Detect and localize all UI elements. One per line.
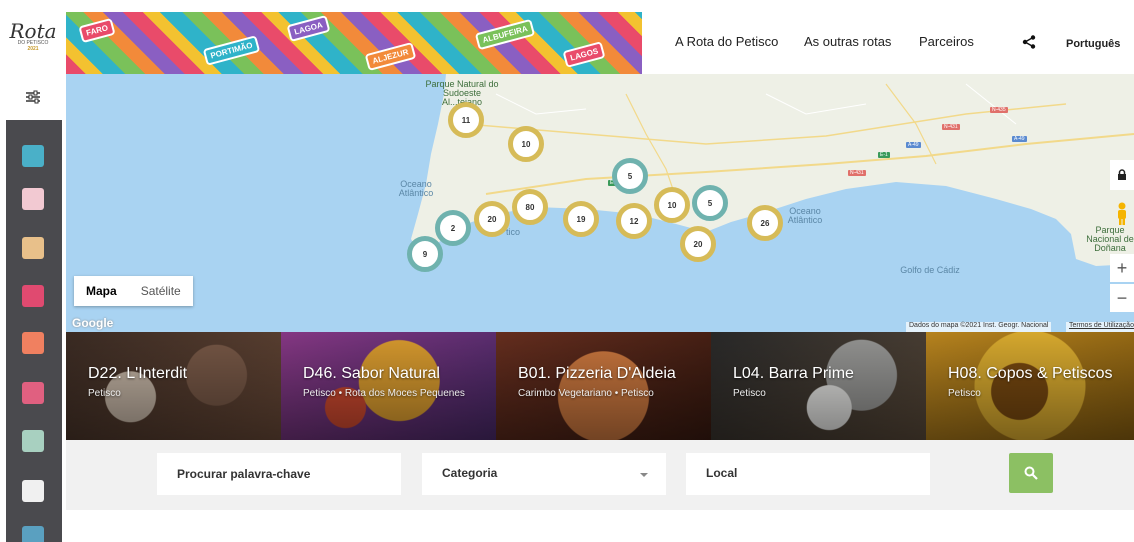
partner-logo-2[interactable] (22, 188, 44, 210)
banner-stamp: LAGOA (286, 14, 331, 43)
map-type-map-button[interactable]: Mapa (74, 276, 129, 306)
map-lock-button[interactable] (1110, 160, 1134, 190)
zoom-in-button[interactable]: + (1110, 254, 1134, 282)
nav-rota-do-petisco[interactable]: A Rota do Petisco (675, 34, 778, 52)
map-cluster[interactable]: 12 (616, 203, 652, 239)
site-logo[interactable]: Rota DO PETISCO 2021 (0, 0, 66, 74)
map-attribution: Dados do mapa ©2021 Inst. Geogr. Naciona… (906, 322, 1052, 332)
header-banner: FARO PORTIMÃO LAGOA ALJEZUR ALBUFEIRA LA… (66, 12, 642, 74)
map-type-satellite-button[interactable]: Satélite (129, 276, 193, 306)
card-subtitle: Petisco (948, 388, 981, 399)
map-terms-link[interactable]: Termos de Utilização (1066, 322, 1134, 332)
partner-logo-6[interactable] (22, 382, 44, 404)
partner-list (0, 120, 66, 542)
road-label: N-431 (942, 124, 960, 130)
road-label: E-1 (878, 152, 890, 158)
share-icon[interactable] (1022, 35, 1036, 49)
banner-stamp: LAGOS (562, 41, 606, 68)
partner-logo-4[interactable] (22, 285, 44, 307)
map-label-gulf: Golfo de Cádiz (900, 265, 960, 275)
zoom-out-button[interactable]: − (1110, 284, 1134, 312)
card-title: B01. Pizzeria D'Aldeia (518, 365, 676, 382)
nav-parceiros[interactable]: Parceiros (919, 34, 974, 52)
card-subtitle: Petisco (733, 388, 766, 399)
partner-list-strip (6, 120, 62, 542)
card-shade (66, 332, 281, 440)
keyword-search-input[interactable]: Procurar palavra-chave (157, 453, 401, 495)
map-label-ocean-east: Oceano Atlântico (787, 206, 823, 225)
pegman-icon (1118, 202, 1126, 225)
chevron-down-icon (640, 473, 648, 477)
restaurant-card[interactable]: D22. L'Interdit Petisco (66, 332, 281, 440)
map[interactable]: Parque Natural do Sudoeste Al...tejano O… (66, 74, 1134, 332)
map-cluster[interactable]: 19 (563, 201, 599, 237)
sliders-icon (26, 90, 40, 104)
restaurant-card[interactable]: H08. Copos & Petiscos Petisco (926, 332, 1134, 440)
partner-logo-1[interactable] (22, 145, 44, 167)
map-cluster[interactable]: 26 (747, 205, 783, 241)
restaurant-card[interactable]: B01. Pizzeria D'Aldeia Carimbo Vegetaria… (496, 332, 711, 440)
card-title: D22. L'Interdit (88, 365, 188, 382)
banner-stamp: FARO (78, 17, 116, 44)
map-cluster[interactable]: 5 (692, 185, 728, 221)
map-base (66, 74, 1134, 332)
lock-icon (1118, 169, 1126, 180)
logo-text: Rota (9, 19, 57, 43)
banner-stamp: ALBUFEIRA (474, 18, 536, 51)
card-shade (711, 332, 926, 440)
search-icon (1024, 466, 1038, 480)
filter-toggle-button[interactable] (0, 74, 66, 120)
minus-icon: − (1116, 287, 1128, 308)
map-label-ocean-west: Oceano Atlântico (398, 179, 434, 198)
location-input[interactable]: Local (686, 453, 930, 495)
map-cluster[interactable]: 10 (654, 187, 690, 223)
search-bar: Procurar palavra-chave Categoria Local (66, 440, 1134, 510)
partner-logo-8[interactable] (22, 480, 44, 502)
card-shade (496, 332, 711, 440)
partner-logo-5[interactable] (22, 332, 44, 354)
road-label: N-431 (848, 170, 866, 176)
street-view-pegman[interactable] (1110, 198, 1134, 230)
language-selector[interactable]: Português (1066, 38, 1120, 50)
logo-year: 2021 (27, 46, 39, 52)
map-cluster[interactable]: 9 (407, 236, 443, 272)
card-title: D46. Sabor Natural (303, 365, 440, 382)
card-subtitle: Petisco • Rota dos Moces Pequenes (303, 388, 465, 399)
road-label: A-49 (1012, 136, 1027, 142)
banner-stamp: ALJEZUR (364, 41, 417, 72)
map-cluster[interactable]: 2 (435, 210, 471, 246)
partner-logo-9[interactable] (22, 526, 44, 542)
card-shade (281, 332, 496, 440)
nav-outras-rotas[interactable]: As outras rotas (804, 34, 891, 52)
partner-logo-7[interactable] (22, 430, 44, 452)
card-subtitle: Carimbo Vegetariano • Petisco (518, 388, 654, 399)
category-select-label: Categoria (442, 466, 498, 480)
map-cluster[interactable]: 20 (680, 226, 716, 262)
restaurant-carousel: D22. L'Interdit Petisco D46. Sabor Natur… (66, 332, 1134, 440)
map-cluster[interactable]: 80 (512, 189, 548, 225)
category-select[interactable]: Categoria (422, 453, 666, 495)
map-cluster[interactable]: 11 (448, 102, 484, 138)
map-type-control: Mapa Satélite (74, 276, 193, 306)
google-logo: Google (72, 316, 114, 330)
card-shade (926, 332, 1134, 440)
card-title: L04. Barra Prime (733, 365, 854, 382)
card-title: H08. Copos & Petiscos (948, 365, 1113, 382)
map-cluster[interactable]: 20 (474, 201, 510, 237)
road-label: N-435 (990, 107, 1008, 113)
sidebar: Rota DO PETISCO 2021 (0, 0, 66, 542)
map-cluster[interactable]: 10 (508, 126, 544, 162)
map-label-donana: Parque Nacional de Doñana (1086, 225, 1134, 253)
restaurant-card[interactable]: L04. Barra Prime Petisco (711, 332, 926, 440)
map-label-ocean-fragment: tico (506, 227, 521, 237)
map-cluster[interactable]: 5 (612, 158, 648, 194)
partner-logo-3[interactable] (22, 237, 44, 259)
search-button[interactable] (1009, 453, 1053, 493)
road-label: A-49 (906, 142, 921, 148)
restaurant-card[interactable]: D46. Sabor Natural Petisco • Rota dos Mo… (281, 332, 496, 440)
card-subtitle: Petisco (88, 388, 121, 399)
banner-stamp: PORTIMÃO (202, 35, 261, 66)
plus-icon: + (1116, 257, 1128, 278)
